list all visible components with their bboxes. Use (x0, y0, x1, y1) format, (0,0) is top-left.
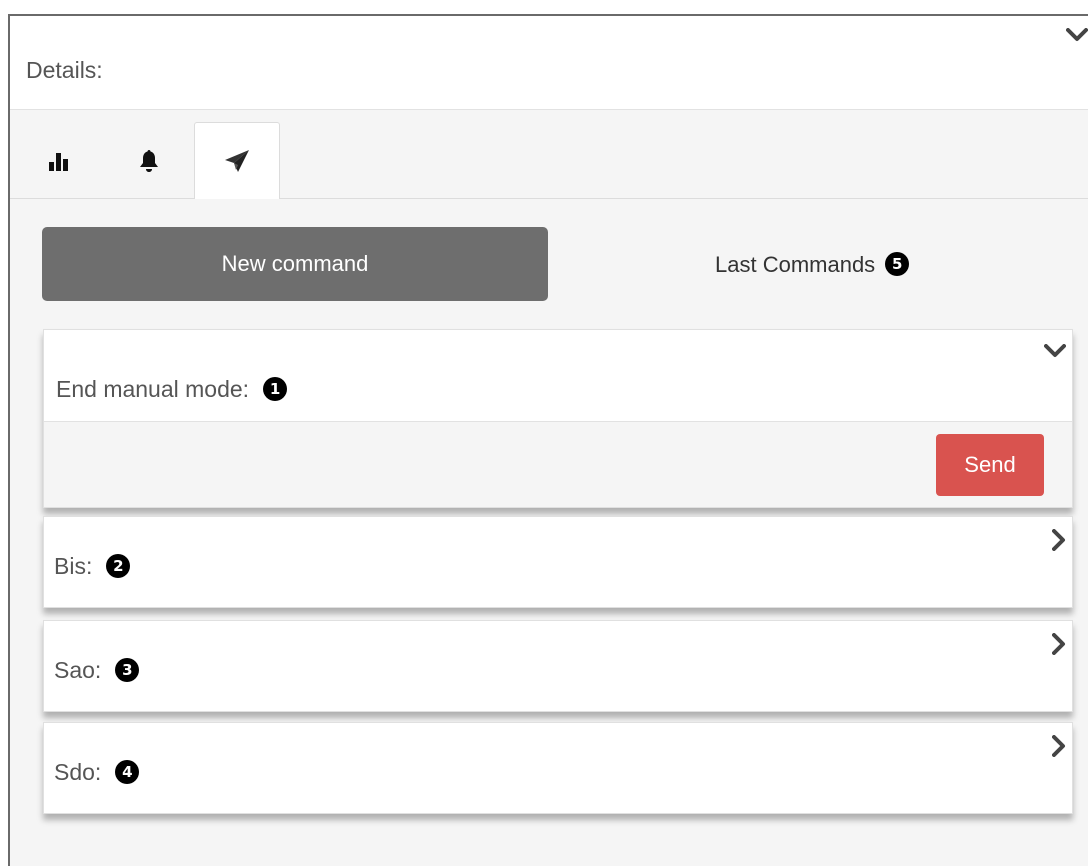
panel-title: End manual mode: 1 (56, 376, 288, 403)
panel-title: Sdo: 4 (54, 759, 140, 786)
last-commands-label: Last Commands (715, 252, 876, 277)
panel-sao[interactable]: Sao: 3 (43, 620, 1073, 712)
callout-badge: 1 (263, 376, 288, 401)
last-commands-link[interactable]: Last Commands 5 (715, 252, 910, 278)
callout-badge: 5 (885, 252, 910, 277)
panel-bis[interactable]: Bis: 2 (43, 516, 1073, 608)
new-command-button[interactable]: New command (42, 227, 548, 301)
chevron-down-icon[interactable] (1044, 344, 1066, 358)
panel-end-manual-mode: End manual mode: 1 Send (43, 329, 1073, 508)
chevron-right-icon[interactable] (1052, 529, 1066, 551)
chevron-right-icon[interactable] (1052, 633, 1066, 655)
details-frame: Details: New command Last Commands 5 End… (8, 14, 1088, 866)
chevron-right-icon[interactable] (1052, 735, 1066, 757)
tab-alarms[interactable] (106, 122, 192, 200)
tab-commands[interactable] (194, 122, 280, 200)
commands-content: New command Last Commands 5 End manual mo… (10, 199, 1088, 866)
callout-badge: 4 (115, 759, 140, 784)
panel-title: Bis: 2 (54, 553, 131, 580)
paper-plane-icon (225, 150, 249, 172)
panel-title-text: End manual mode: (56, 376, 250, 402)
bar-chart-icon (49, 153, 68, 171)
tab-bar (10, 110, 1088, 200)
panel-title: Sao: 3 (54, 657, 140, 684)
panel-body: Send (44, 421, 1072, 507)
callout-badge: 2 (106, 553, 131, 578)
details-title: Details: (26, 57, 103, 83)
panel-title-text: Sdo: (54, 759, 102, 785)
details-header[interactable]: Details: (10, 16, 1088, 110)
tab-statistics[interactable] (16, 122, 102, 200)
panel-title-text: Bis: (54, 553, 93, 579)
bell-icon (140, 150, 158, 172)
callout-badge: 3 (115, 657, 140, 682)
panel-sdo[interactable]: Sdo: 4 (43, 722, 1073, 814)
panel-header[interactable]: End manual mode: 1 (44, 330, 1072, 421)
panel-title-text: Sao: (54, 657, 102, 683)
send-button[interactable]: Send (936, 434, 1044, 496)
chevron-down-icon[interactable] (1066, 28, 1088, 42)
